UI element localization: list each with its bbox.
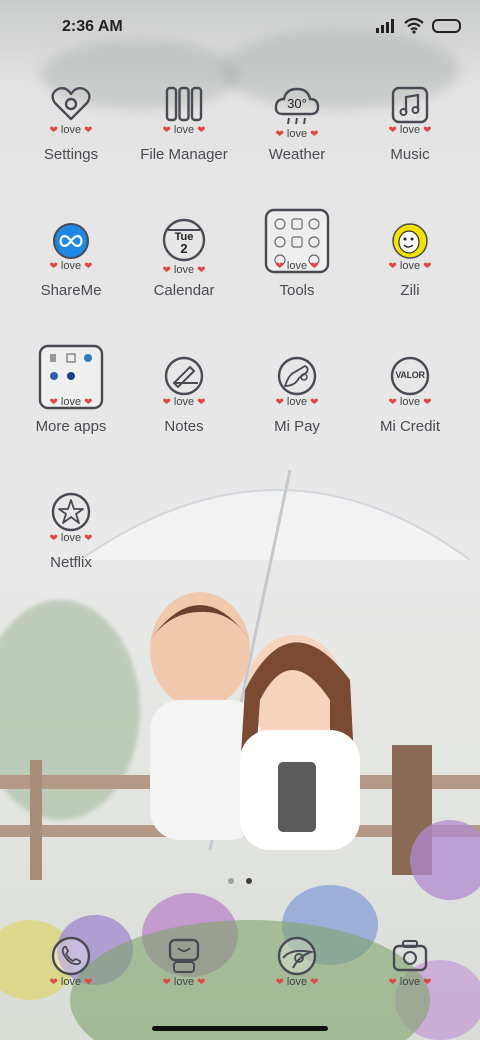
love-caption: ❤ love ❤ [49, 532, 93, 544]
calendar-date: 2 [180, 241, 188, 256]
messaging-robot-icon [168, 938, 200, 973]
app-zili[interactable]: ❤ love ❤ Zili [354, 220, 466, 302]
love-caption: ❤ love ❤ [388, 976, 432, 988]
love-caption: ❤ love ❤ [162, 124, 206, 136]
app-music[interactable]: ❤ love ❤ Music [354, 84, 466, 166]
mi-credit-badge-text: VALOR [395, 370, 425, 380]
signal-icon [376, 19, 394, 33]
app-label: Mi Credit [379, 418, 440, 435]
app-label: Netflix [50, 554, 92, 571]
home-indicator[interactable] [152, 1026, 328, 1031]
mi-pay-icon [277, 356, 317, 396]
app-label: Music [390, 146, 430, 163]
love-caption: ❤ love ❤ [162, 396, 206, 408]
love-caption: ❤ love ❤ [388, 124, 432, 136]
app-notes[interactable]: ❤ love ❤ Notes [128, 356, 240, 438]
folder-tools[interactable]: ❤ love ❤ Tools [241, 206, 353, 302]
netflix-star-icon [51, 492, 91, 532]
app-mi-pay[interactable]: ❤ love ❤ Mi Pay [241, 356, 353, 438]
love-caption: ❤ love ❤ [275, 260, 319, 272]
music-note-icon [391, 86, 429, 124]
dock-camera[interactable]: ❤ love ❤ [354, 936, 466, 992]
browser-icon [277, 936, 317, 976]
app-netflix[interactable]: ❤ love ❤ Netflix [15, 492, 127, 574]
love-caption: ❤ love ❤ [388, 396, 432, 408]
weather-temperature: 30° [287, 96, 307, 111]
dock-browser[interactable]: ❤ love ❤ [241, 936, 353, 992]
camera-icon [392, 940, 428, 972]
love-caption: ❤ love ❤ [162, 264, 206, 276]
app-mi-credit[interactable]: VALOR ❤ love ❤ Mi Credit [354, 356, 466, 438]
app-label: Zili [400, 282, 420, 299]
love-caption: ❤ love ❤ [275, 976, 319, 988]
dock-phone[interactable]: ❤ love ❤ [15, 936, 127, 992]
love-caption: ❤ love ❤ [275, 396, 319, 408]
file-manager-icon [165, 86, 203, 122]
app-settings[interactable]: ❤ love ❤ Settings [15, 84, 127, 166]
status-bar: 2:36 AM [0, 0, 480, 56]
page-indicator [228, 878, 252, 884]
app-calendar[interactable]: Tue 2 ❤ love ❤ Calendar [128, 216, 240, 302]
love-caption: ❤ love ❤ [49, 396, 93, 408]
app-file-manager[interactable]: ❤ love ❤ File Manager [128, 84, 240, 166]
love-caption: ❤ love ❤ [388, 260, 432, 272]
love-caption: ❤ love ❤ [162, 976, 206, 988]
love-caption: ❤ love ❤ [49, 124, 93, 136]
folder-more-apps[interactable]: ❤ love ❤ More apps [15, 342, 127, 438]
love-caption: ❤ love ❤ [49, 260, 93, 272]
heart-settings-icon [51, 86, 91, 121]
app-weather[interactable]: 30° ❤ love ❤ Weather [241, 84, 353, 166]
wifi-icon [404, 18, 424, 34]
shareme-infinity-icon [53, 223, 89, 259]
app-shareme[interactable]: ❤ love ❤ ShareMe [15, 220, 127, 302]
zili-face-icon [392, 223, 428, 259]
clock: 2:36 AM [62, 18, 123, 35]
love-caption: ❤ love ❤ [49, 976, 93, 988]
page-dot[interactable] [228, 878, 234, 884]
page-dot-active[interactable] [246, 878, 252, 884]
phone-icon [51, 936, 91, 976]
notes-pen-icon [164, 356, 204, 396]
dock-messaging[interactable]: ❤ love ❤ [128, 936, 240, 992]
battery-icon [432, 19, 461, 33]
love-caption: ❤ love ❤ [275, 128, 319, 140]
